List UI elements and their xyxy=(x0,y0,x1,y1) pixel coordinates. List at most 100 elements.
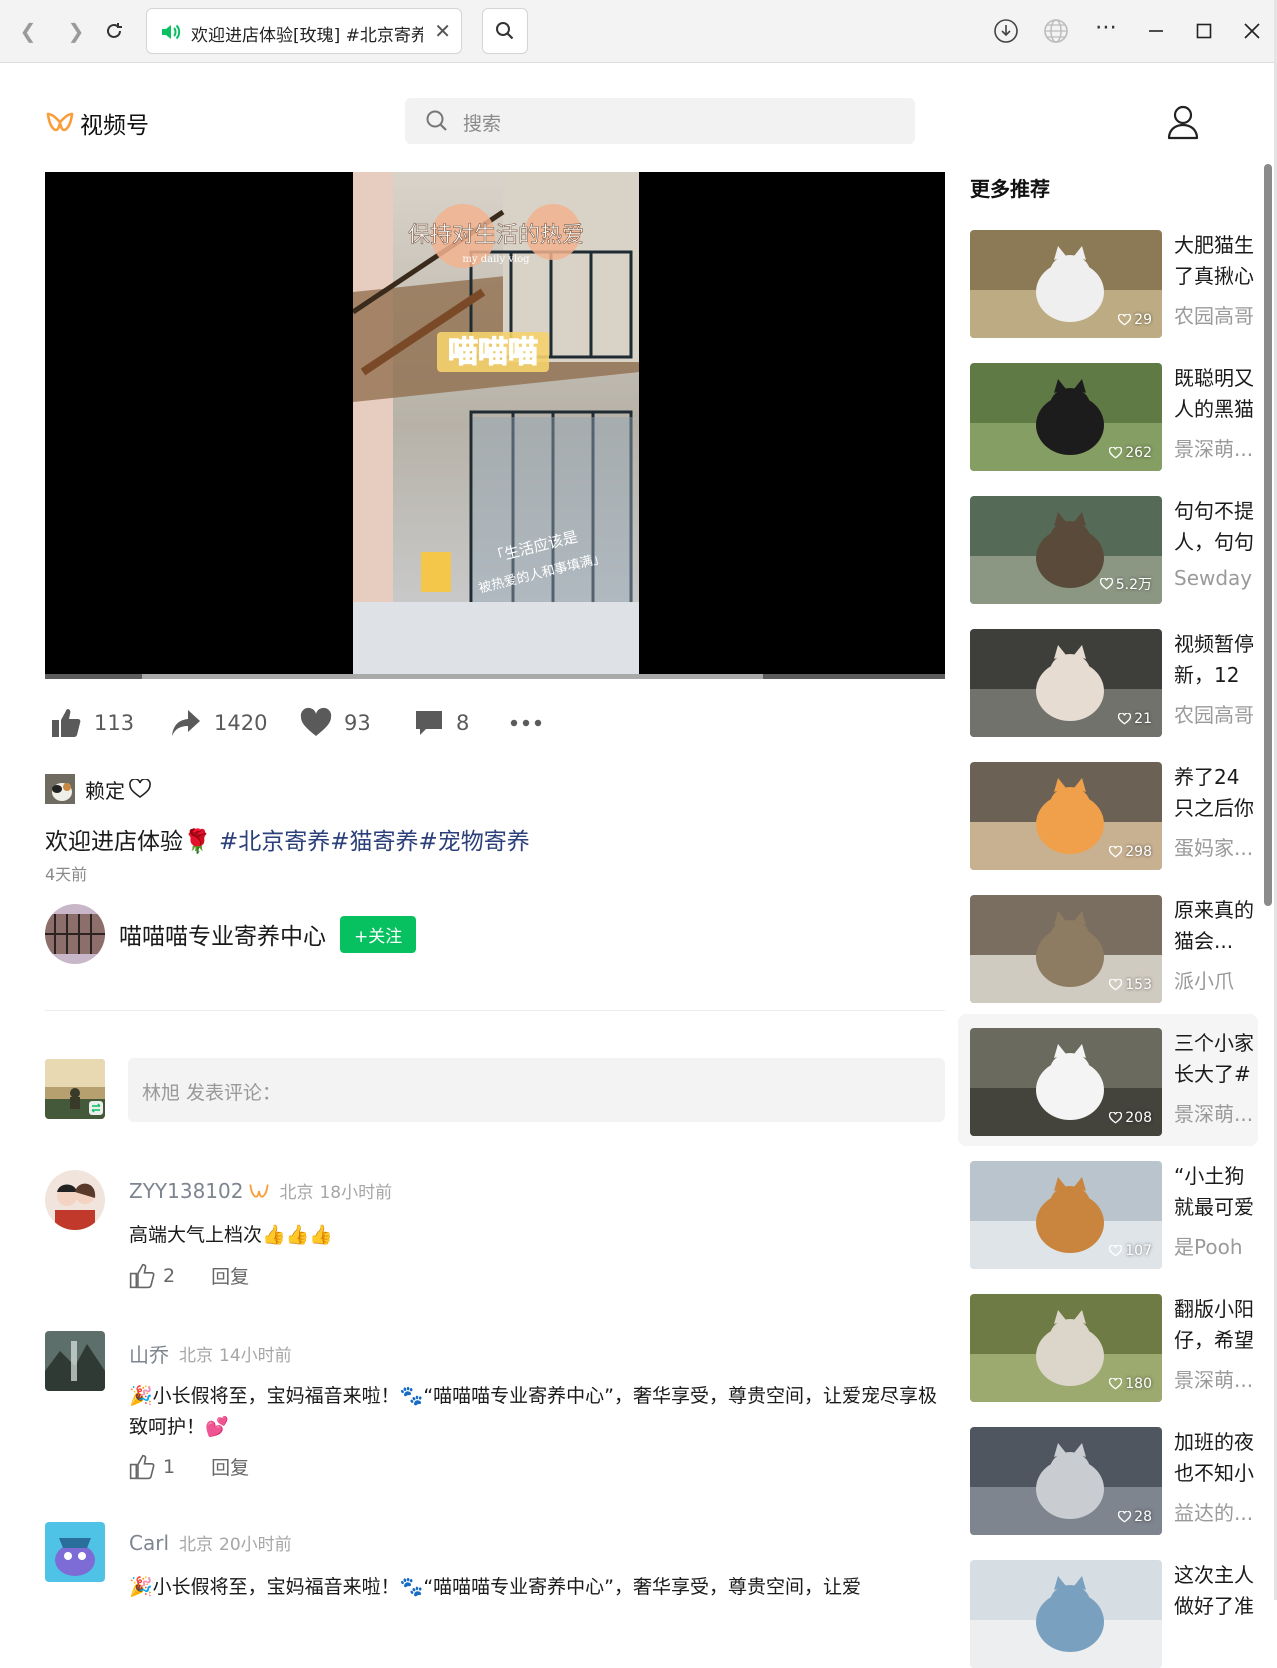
post-author[interactable]: 赖定 xyxy=(45,772,151,806)
recommendation-title[interactable]: 视频暂停新，12只 xyxy=(1174,629,1258,691)
heart-outline-icon xyxy=(1109,447,1123,459)
recommendation-title[interactable]: 养了24只之后你会 xyxy=(1174,762,1258,824)
recommendation-thumbnail[interactable]: 153 xyxy=(970,895,1162,1003)
commenter-avatar[interactable] xyxy=(45,1331,105,1391)
recommendation-thumbnail[interactable]: 28 xyxy=(970,1427,1162,1535)
window-close-icon[interactable] xyxy=(1236,15,1268,47)
follow-button[interactable]: +关注 xyxy=(340,915,417,953)
more-actions-button[interactable] xyxy=(510,704,542,742)
recommendation-author[interactable]: 农园高哥 xyxy=(1174,699,1258,728)
refresh-icon[interactable] xyxy=(100,17,128,45)
back-icon[interactable]: ❮ xyxy=(14,17,42,45)
reply-button[interactable]: 回复 xyxy=(211,1262,249,1289)
video-player[interactable]: 保持对生活的热爱 my daily vlog 喵喵喵 「生活应该是 被热爱的人和… xyxy=(45,172,945,676)
recommendation-thumbnail[interactable] xyxy=(970,1560,1162,1668)
comment-item: ZYY138102 北京 18小时前 高端大气上档次👍👍👍 2 回复 xyxy=(45,1170,945,1300)
comment-like-icon[interactable] xyxy=(129,1454,155,1480)
recommendation-author[interactable]: 景深萌... xyxy=(1174,1364,1258,1393)
download-icon[interactable] xyxy=(990,15,1022,47)
comment-time: 14小时前 xyxy=(219,1346,292,1366)
tab-close-icon[interactable]: ✕ xyxy=(434,19,451,43)
recommendation-author[interactable]: 景深萌... xyxy=(1174,433,1258,462)
commenter-name[interactable]: ZYY138102 xyxy=(129,1179,243,1203)
recommendation-card[interactable]: 29 大肥猫生了真揪心农园高哥 xyxy=(958,218,1258,338)
user-profile-icon[interactable] xyxy=(1166,104,1200,140)
commenter-avatar[interactable] xyxy=(45,1522,105,1582)
recommendation-title[interactable]: 这次主人做好了准 xyxy=(1174,1560,1258,1622)
recommendation-title[interactable]: 句句不提人，句句 xyxy=(1174,496,1258,558)
recommendation-title[interactable]: 翻版小阳仔，希望 xyxy=(1174,1294,1258,1356)
recommendation-author[interactable]: 景深萌... xyxy=(1174,1098,1258,1127)
recommendation-card[interactable]: 180 翻版小阳仔，希望景深萌... xyxy=(958,1282,1258,1402)
recommendation-title[interactable]: 加班的夜也不知小 xyxy=(1174,1427,1258,1489)
heart-outline-icon xyxy=(1109,1112,1123,1124)
recommendation-card[interactable]: 28 加班的夜也不知小益达的... xyxy=(958,1415,1258,1535)
recommendation-thumbnail[interactable]: 107 xyxy=(970,1161,1162,1269)
heart-outline-icon xyxy=(1109,1245,1123,1257)
thumbs-up-icon xyxy=(52,709,81,737)
recommendation-card[interactable]: 298 养了24只之后你会蛋妈家... xyxy=(958,750,1258,870)
recommendation-card[interactable]: 5.2万 句句不提人，句句 Sewday xyxy=(958,484,1258,604)
heart-outline-icon xyxy=(129,779,151,798)
heart-button[interactable]: 93 xyxy=(300,704,371,742)
commenter-name[interactable]: Carl xyxy=(129,1531,169,1555)
search-input[interactable]: 搜索 xyxy=(405,98,915,144)
globe-icon[interactable] xyxy=(1040,15,1072,47)
search-icon xyxy=(496,22,514,40)
recommendation-title[interactable]: 大肥猫生了真揪心 xyxy=(1174,230,1258,292)
recommendation-thumbnail[interactable]: 21 xyxy=(970,629,1162,737)
recommendation-card[interactable]: 这次主人做好了准 xyxy=(958,1548,1258,1668)
more-dots-icon xyxy=(510,719,542,727)
recommendation-thumbnail[interactable]: 298 xyxy=(970,762,1162,870)
recommendation-author[interactable]: 益达的... xyxy=(1174,1497,1258,1526)
tab-search-button[interactable] xyxy=(482,8,528,54)
recommendation-thumbnail[interactable]: 208 xyxy=(970,1028,1162,1136)
heart-count: 93 xyxy=(344,711,371,735)
recommendation-card[interactable]: 153 原来真的猫会... 派小爪 xyxy=(958,883,1258,1003)
account-avatar[interactable] xyxy=(45,904,105,964)
recommendation-card[interactable]: 208 三个小家长大了# 景深萌... xyxy=(958,1014,1258,1146)
like-button[interactable]: 113 xyxy=(50,704,134,742)
share-button[interactable]: 1420 xyxy=(170,704,267,742)
recommendation-author[interactable]: 派小爪 xyxy=(1174,965,1258,994)
recommendation-card[interactable]: 262 既聪明又人的黑猫景深萌... xyxy=(958,351,1258,471)
post-hashtags[interactable]: #北京寄养#猫寄养#宠物寄养 xyxy=(219,829,530,855)
recommendation-title[interactable]: “小土狗就最可爱的 xyxy=(1174,1161,1258,1223)
recommendation-like-count: 21 xyxy=(1134,711,1152,727)
share-icon xyxy=(172,710,200,736)
recommendation-card[interactable]: 107 “小土狗就最可爱的是Pooh xyxy=(958,1149,1258,1269)
recommendation-thumbnail[interactable]: 262 xyxy=(970,363,1162,471)
maximize-icon[interactable] xyxy=(1188,15,1220,47)
recommendation-likes: 262 xyxy=(1109,445,1152,461)
more-options-icon[interactable]: ⋯ xyxy=(1090,15,1122,47)
recommendation-likes: 28 xyxy=(1118,1509,1152,1525)
recommendation-author[interactable]: 农园高哥 xyxy=(1174,300,1258,329)
commenter-avatar[interactable] xyxy=(45,1170,105,1230)
recommendation-author[interactable]: 是Pooh xyxy=(1174,1231,1258,1260)
recommendation-author[interactable]: Sewday xyxy=(1174,566,1258,590)
video-progress-bar[interactable] xyxy=(45,674,945,679)
comment-button[interactable]: 8 xyxy=(414,704,469,742)
scrollbar[interactable] xyxy=(1264,164,1272,906)
recommendation-title[interactable]: 原来真的猫会... xyxy=(1174,895,1258,957)
recommendation-title[interactable]: 三个小家长大了# xyxy=(1174,1028,1258,1090)
channels-logo-icon xyxy=(46,112,74,132)
reply-button[interactable]: 回复 xyxy=(211,1453,249,1480)
recommendation-likes: 180 xyxy=(1109,1376,1152,1392)
recommendation-likes: 298 xyxy=(1109,844,1152,860)
comment-like-icon[interactable] xyxy=(129,1263,155,1289)
recommendation-thumbnail[interactable]: 29 xyxy=(970,230,1162,338)
recommendation-likes: 29 xyxy=(1118,312,1152,328)
recommendation-thumbnail[interactable]: 180 xyxy=(970,1294,1162,1402)
comment-input[interactable]: 林旭 发表评论： xyxy=(128,1058,945,1122)
recommendation-card[interactable]: 21 视频暂停新，12只农园高哥 xyxy=(958,617,1258,737)
browser-tab[interactable]: 欢迎进店体验[玫瑰] #北京寄养 ✕ xyxy=(146,8,462,54)
forward-icon[interactable]: ❯ xyxy=(62,17,90,45)
commenter-name[interactable]: 山乔 xyxy=(129,1339,169,1368)
comment-input-placeholder: 林旭 发表评论： xyxy=(142,1082,282,1104)
minimize-icon[interactable] xyxy=(1140,15,1172,47)
recommendation-title[interactable]: 既聪明又人的黑猫 xyxy=(1174,363,1258,425)
account-name[interactable]: 喵喵喵专业寄养中心 xyxy=(119,917,326,951)
recommendation-author[interactable]: 蛋妈家... xyxy=(1174,832,1258,861)
recommendation-thumbnail[interactable]: 5.2万 xyxy=(970,496,1162,604)
